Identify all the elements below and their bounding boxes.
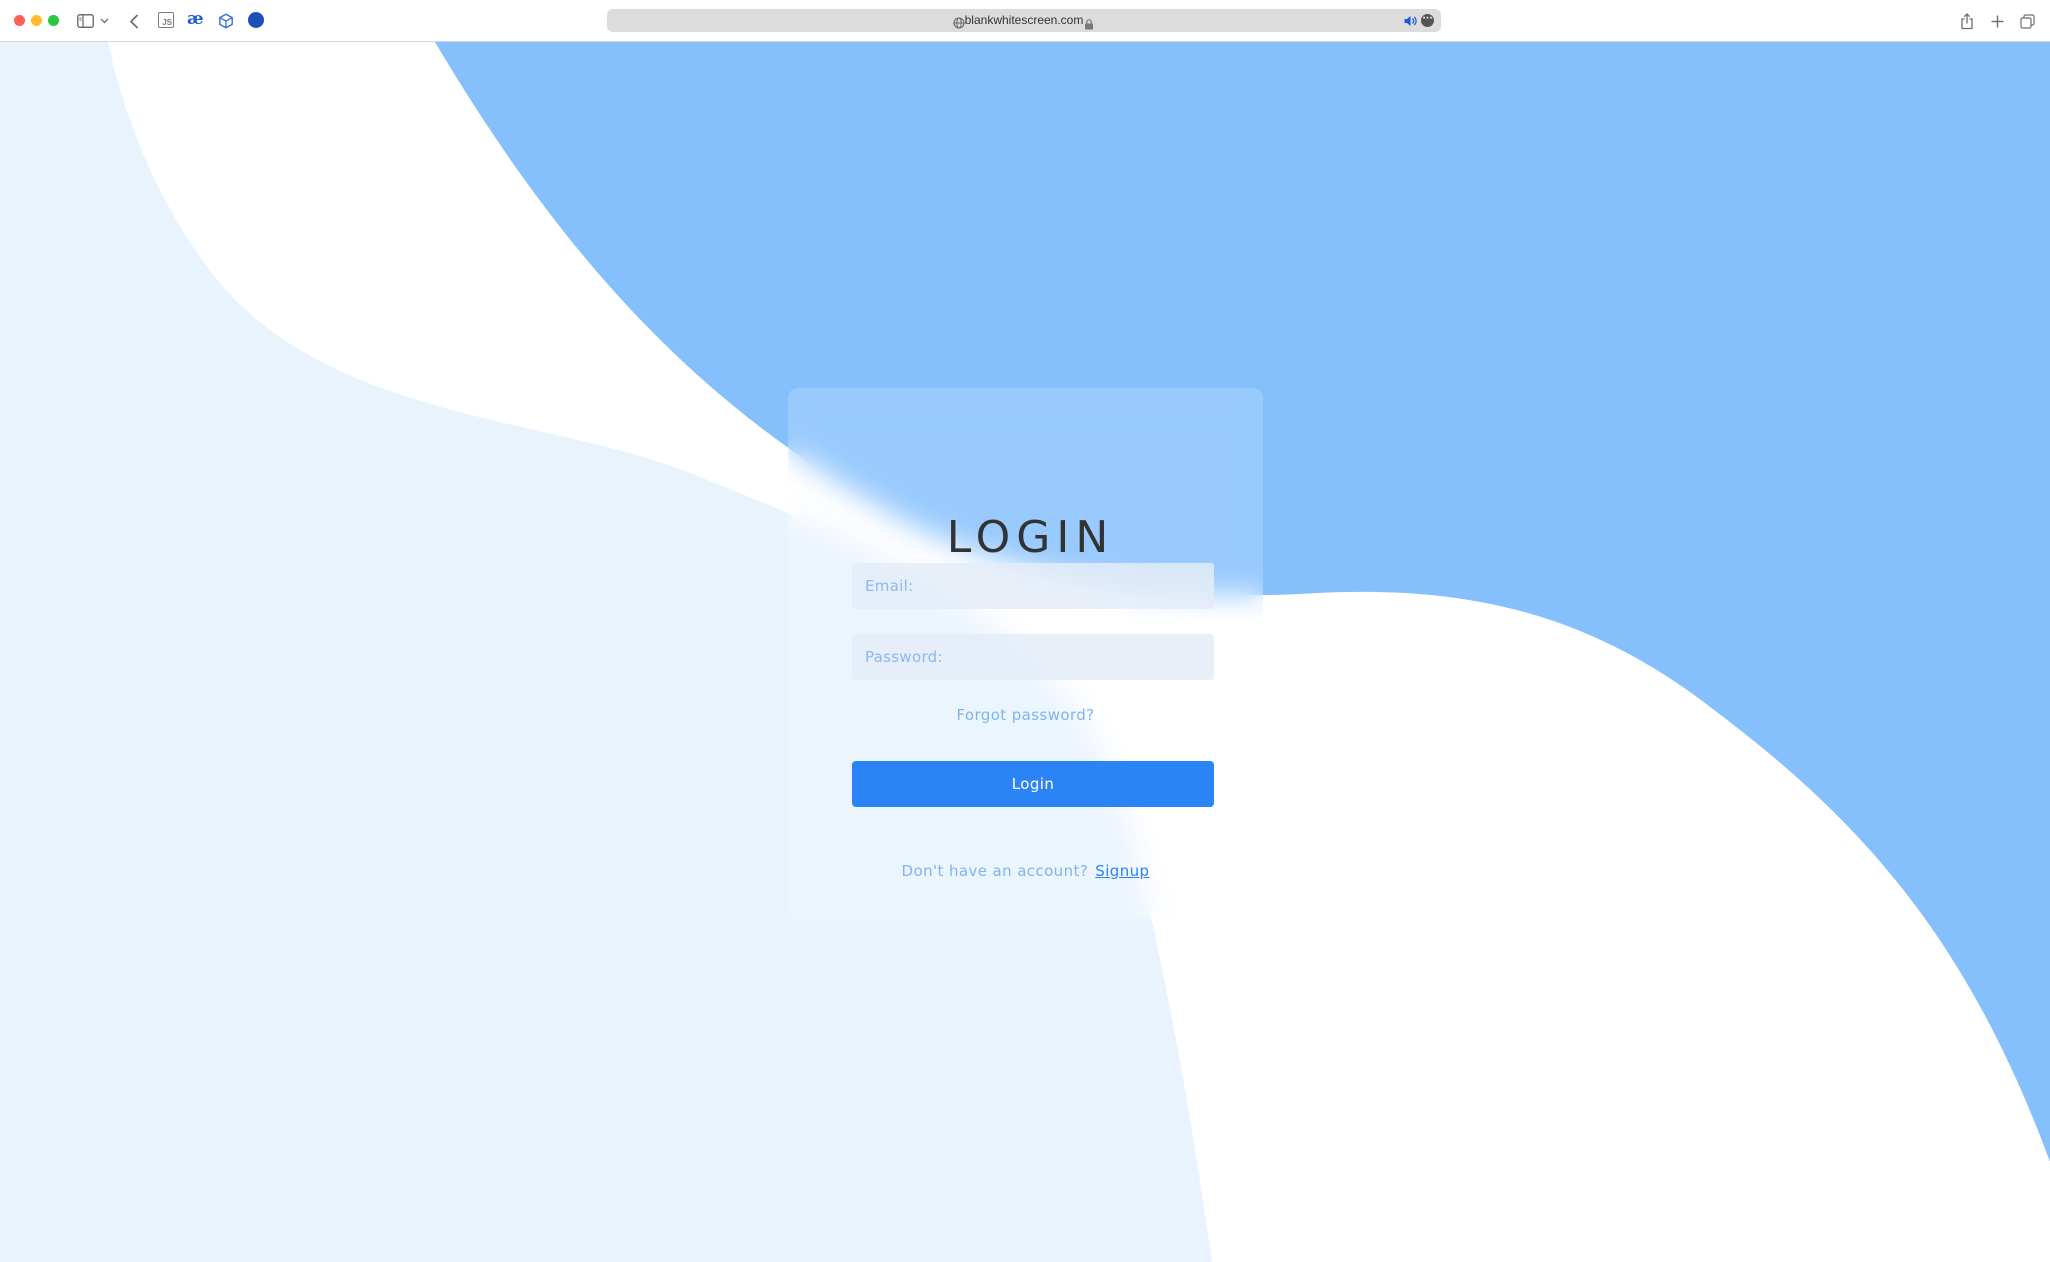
login-card: LOGIN Forgot password? Login Don't have …	[788, 388, 1263, 919]
login-title: LOGIN	[946, 512, 1115, 563]
close-window-button[interactable]	[14, 15, 25, 26]
password-field[interactable]	[852, 634, 1214, 680]
more-icon[interactable]: ···	[1421, 14, 1434, 27]
signup-prompt: Don't have an account?	[901, 862, 1089, 880]
page-content: LOGIN Forgot password? Login Don't have …	[0, 42, 2050, 1262]
signup-row: Don't have an account? Signup	[788, 862, 1263, 880]
share-icon[interactable]	[1957, 11, 1977, 31]
sidebar-icon[interactable]	[75, 11, 95, 31]
tab-overview-icon[interactable]	[2017, 11, 2037, 31]
chevron-down-icon[interactable]	[98, 11, 110, 31]
cube-extension-icon[interactable]	[216, 11, 236, 31]
address-bar[interactable]: blankwhitescreen.com ···	[607, 9, 1441, 32]
new-tab-icon[interactable]	[1987, 11, 2007, 31]
js-extension-icon[interactable]: JS	[158, 12, 174, 28]
lock-icon	[1084, 15, 1094, 30]
audio-icon[interactable]	[1403, 13, 1417, 27]
globe-extension-icon[interactable]	[248, 12, 264, 28]
zoom-window-button[interactable]	[48, 15, 59, 26]
signup-link[interactable]: Signup	[1095, 862, 1149, 880]
login-button[interactable]: Login	[852, 761, 1214, 807]
browser-toolbar: JS æ blankwhitescreen.com ···	[0, 0, 2050, 42]
address-url: blankwhitescreen.com	[964, 13, 1084, 27]
email-field[interactable]	[852, 563, 1214, 609]
back-icon[interactable]	[124, 11, 144, 31]
forgot-password-link[interactable]: Forgot password?	[788, 706, 1263, 724]
ae-extension-icon[interactable]: æ	[187, 9, 204, 29]
minimize-window-button[interactable]	[31, 15, 42, 26]
